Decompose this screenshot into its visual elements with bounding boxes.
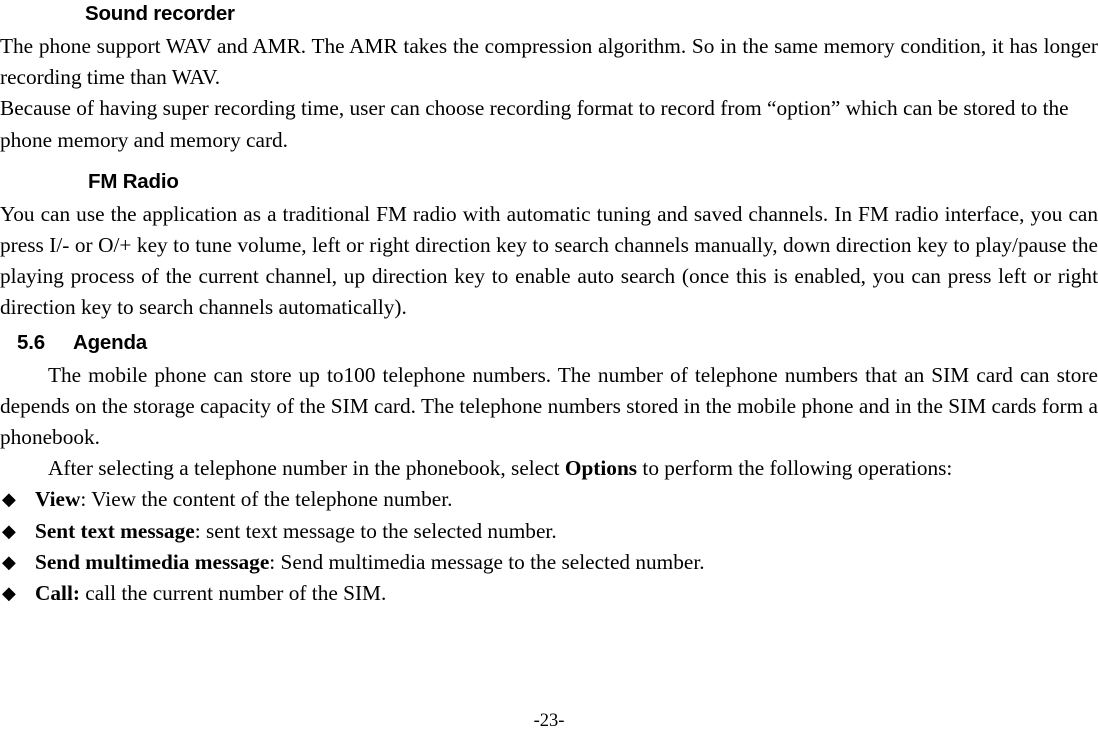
list-item-label: Send multimedia message xyxy=(35,549,270,574)
diamond-bullet-icon: ◆ xyxy=(2,583,16,605)
list-item-separator: : xyxy=(194,518,206,543)
paragraph-agenda-2: After selecting a telephone number in th… xyxy=(0,453,1098,484)
document-page: Sound recorder The phone support WAV and… xyxy=(0,0,1098,738)
paragraph-fm-radio-1: You can use the application as a traditi… xyxy=(0,201,1098,320)
paragraph-sound-recorder-2: Because of having super recording time, … xyxy=(0,96,1069,152)
list-item-separator: : xyxy=(80,487,92,512)
options-keyword: Options xyxy=(564,456,638,481)
list-item-label: Sent text message xyxy=(35,518,195,543)
list-item-text: sent text message to the selected number… xyxy=(205,518,557,543)
agenda-options-list: ◆ View: View the content of the telephone… xyxy=(0,484,1098,609)
heading-agenda-number: 5.6 xyxy=(17,330,45,354)
diamond-bullet-icon: ◆ xyxy=(2,520,16,542)
paragraph-agenda-1: The mobile phone can store up to100 tele… xyxy=(0,362,1098,450)
heading-agenda: 5.6 Agenda xyxy=(0,324,1098,356)
paragraph-agenda-2-tail: to perform the following operations: xyxy=(637,456,953,481)
list-item-label: Call: xyxy=(35,581,80,606)
page-content: Sound recorder The phone support WAV and… xyxy=(0,0,1098,609)
list-item: ◆ View: View the content of the telephone… xyxy=(0,484,1098,515)
list-item: ◆ Sent text message: sent text message to… xyxy=(0,516,1098,547)
diamond-bullet-icon: ◆ xyxy=(2,551,16,573)
list-item: ◆ Send multimedia message: Send multimedi… xyxy=(0,547,1098,578)
paragraph-agenda-2-lead: After selecting a telephone number in th… xyxy=(48,456,565,481)
list-item-text: View the content of the telephone number… xyxy=(91,487,453,512)
list-item-label: View xyxy=(35,487,81,512)
paragraph-sound-recorder-1: The phone support WAV and AMR. The AMR t… xyxy=(0,34,1098,90)
list-item-text: Send multimedia message to the selected … xyxy=(280,549,705,574)
diamond-bullet-icon: ◆ xyxy=(2,489,16,511)
list-item-text: call the current number of the SIM. xyxy=(85,581,387,606)
list-item-separator: : xyxy=(269,549,281,574)
page-number: -23- xyxy=(533,711,565,731)
heading-fm-radio: FM Radio xyxy=(88,169,179,193)
list-item: ◆ Call: call the current number of the SI… xyxy=(0,578,1098,609)
heading-agenda-title: Agenda xyxy=(73,330,147,354)
heading-sound-recorder: Sound recorder xyxy=(85,2,235,25)
